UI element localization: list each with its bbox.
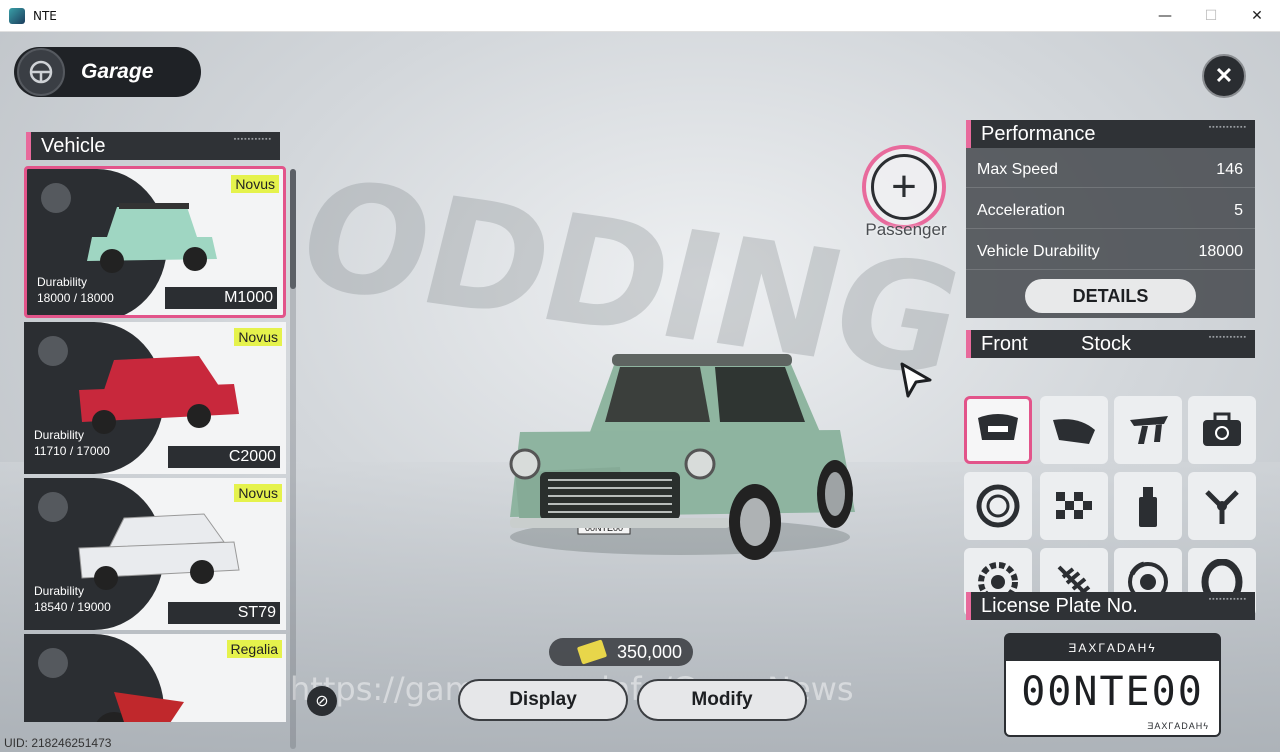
plus-icon: + [871, 154, 937, 220]
vehicle-list[interactable]: Novus Durability 18000 / 18000 M1000 Nov… [24, 166, 286, 722]
vehicle-model: C2000 [228, 448, 276, 465]
durability-label: Durability [34, 584, 85, 598]
plate-number: 00NTE00 [1021, 669, 1204, 715]
rear-bumper-icon[interactable] [1040, 396, 1108, 464]
plate-footer-text: ƎAXГADAHϟ [1147, 721, 1209, 731]
vehicle-card[interactable]: Regalia [24, 634, 286, 722]
durability-value: 18000 / 18000 [37, 291, 114, 305]
close-button[interactable]: ✕ [1202, 54, 1246, 98]
license-plate[interactable]: ƎAXГADAHϟ 00NTE00 ƎAXГADAHϟ [1004, 633, 1221, 737]
vehicle-section-header: Vehicle ▪▪▪▪▪▪▪▪▪▪▪ [26, 132, 280, 160]
minimize-button[interactable]: — [1142, 0, 1188, 31]
durability-value: 18540 / 19000 [34, 600, 111, 614]
details-button[interactable]: DETAILS [1025, 279, 1196, 313]
stat-value: 5 [1234, 201, 1243, 219]
brand-badge-icon [41, 183, 71, 213]
wheel-rim-icon[interactable] [964, 472, 1032, 540]
plate-region-text: ƎAXГADAHϟ [1006, 635, 1219, 661]
page-title: Garage [81, 60, 154, 83]
brand-badge-icon [38, 336, 68, 366]
parts-status: Stock [1081, 332, 1132, 355]
steering-wheel-icon [17, 48, 65, 96]
game-scene: ODDING 00NTE00 Garage ✕ Vehicle ▪ [0, 32, 1280, 752]
parts-header: Front Stock ▪▪▪▪▪▪▪▪▪▪▪ [966, 330, 1255, 358]
ticket-icon [576, 639, 608, 665]
window-title: NTE [33, 8, 57, 23]
performance-title: Performance [981, 122, 1096, 145]
vehicle-thumbnail [96, 692, 184, 722]
durability-label: Durability [34, 428, 85, 442]
display-button[interactable]: Display [458, 679, 628, 721]
stat-row-durability: Vehicle Durability 18000 [966, 234, 1255, 270]
vehicle-brand: Novus [231, 175, 279, 193]
front-bumper-icon[interactable] [964, 396, 1032, 464]
vehicle-card[interactable]: Novus Durability 18000 / 18000 M1000 [24, 166, 286, 318]
showcase-car: 00NTE00 [509, 354, 855, 560]
vehicle-brand: Regalia [226, 640, 282, 658]
vehicle-brand: Novus [234, 328, 282, 346]
stat-row-max-speed: Max Speed 146 [966, 152, 1255, 188]
window-titlebar: NTE — ☐ ✕ [0, 0, 1280, 32]
stat-label: Acceleration [977, 201, 1066, 219]
parts-category: Front [981, 332, 1028, 355]
toolbox-icon[interactable] [1188, 396, 1256, 464]
currency-amount: 350,000 [617, 641, 683, 662]
stat-label: Max Speed [977, 160, 1058, 178]
spray-paint-icon[interactable] [1114, 472, 1182, 540]
mouse-cursor-icon [900, 362, 932, 398]
stat-label: Vehicle Durability [977, 242, 1100, 260]
vehicle-model: ST79 [237, 604, 276, 621]
brand-badge-icon [38, 648, 68, 678]
vehicle-card[interactable]: Novus Durability 11710 / 17000 C2000 [24, 322, 286, 474]
durability-value: 11710 / 17000 [34, 444, 110, 458]
performance-header: Performance ▪▪▪▪▪▪▪▪▪▪▪ [966, 120, 1255, 148]
modify-button[interactable]: Modify [637, 679, 807, 721]
vehicle-thumbnail [87, 203, 217, 273]
add-passenger-button[interactable]: + [862, 145, 946, 229]
garage-header: Garage [14, 47, 201, 97]
vehicle-brand: Novus [234, 484, 282, 502]
license-plate-title: License Plate No. [981, 594, 1138, 617]
vehicle-list-scroll-thumb[interactable] [290, 169, 296, 289]
license-plate-header: License Plate No. ▪▪▪▪▪▪▪▪▪▪▪ [966, 592, 1255, 620]
app-icon [9, 7, 25, 24]
window-close-button[interactable]: ✕ [1234, 0, 1280, 31]
stat-row-acceleration: Acceleration 5 [966, 193, 1255, 229]
vehicle-card[interactable]: Novus Durability 18540 / 19000 ST79 [24, 478, 286, 630]
stat-value: 18000 [1198, 242, 1244, 260]
stat-value: 146 [1216, 160, 1243, 178]
hide-ui-icon[interactable]: ⊘ [307, 686, 337, 716]
uid-text: UID: 218246251473 [4, 736, 112, 750]
brand-badge-icon [38, 492, 68, 522]
currency-display: 350,000 [549, 638, 693, 666]
vehicle-thumbnail [78, 513, 240, 590]
vehicle-model: M1000 [224, 289, 273, 306]
maximize-button[interactable]: ☐ [1188, 0, 1234, 31]
durability-label: Durability [37, 275, 88, 289]
engine-piston-icon[interactable] [1188, 472, 1256, 540]
vehicle-section-title: Vehicle [41, 134, 106, 157]
spoiler-icon[interactable] [1114, 396, 1182, 464]
passenger-label: Passenger [865, 220, 947, 239]
vehicle-thumbnail [79, 356, 239, 434]
checkered-flag-icon[interactable] [1040, 472, 1108, 540]
